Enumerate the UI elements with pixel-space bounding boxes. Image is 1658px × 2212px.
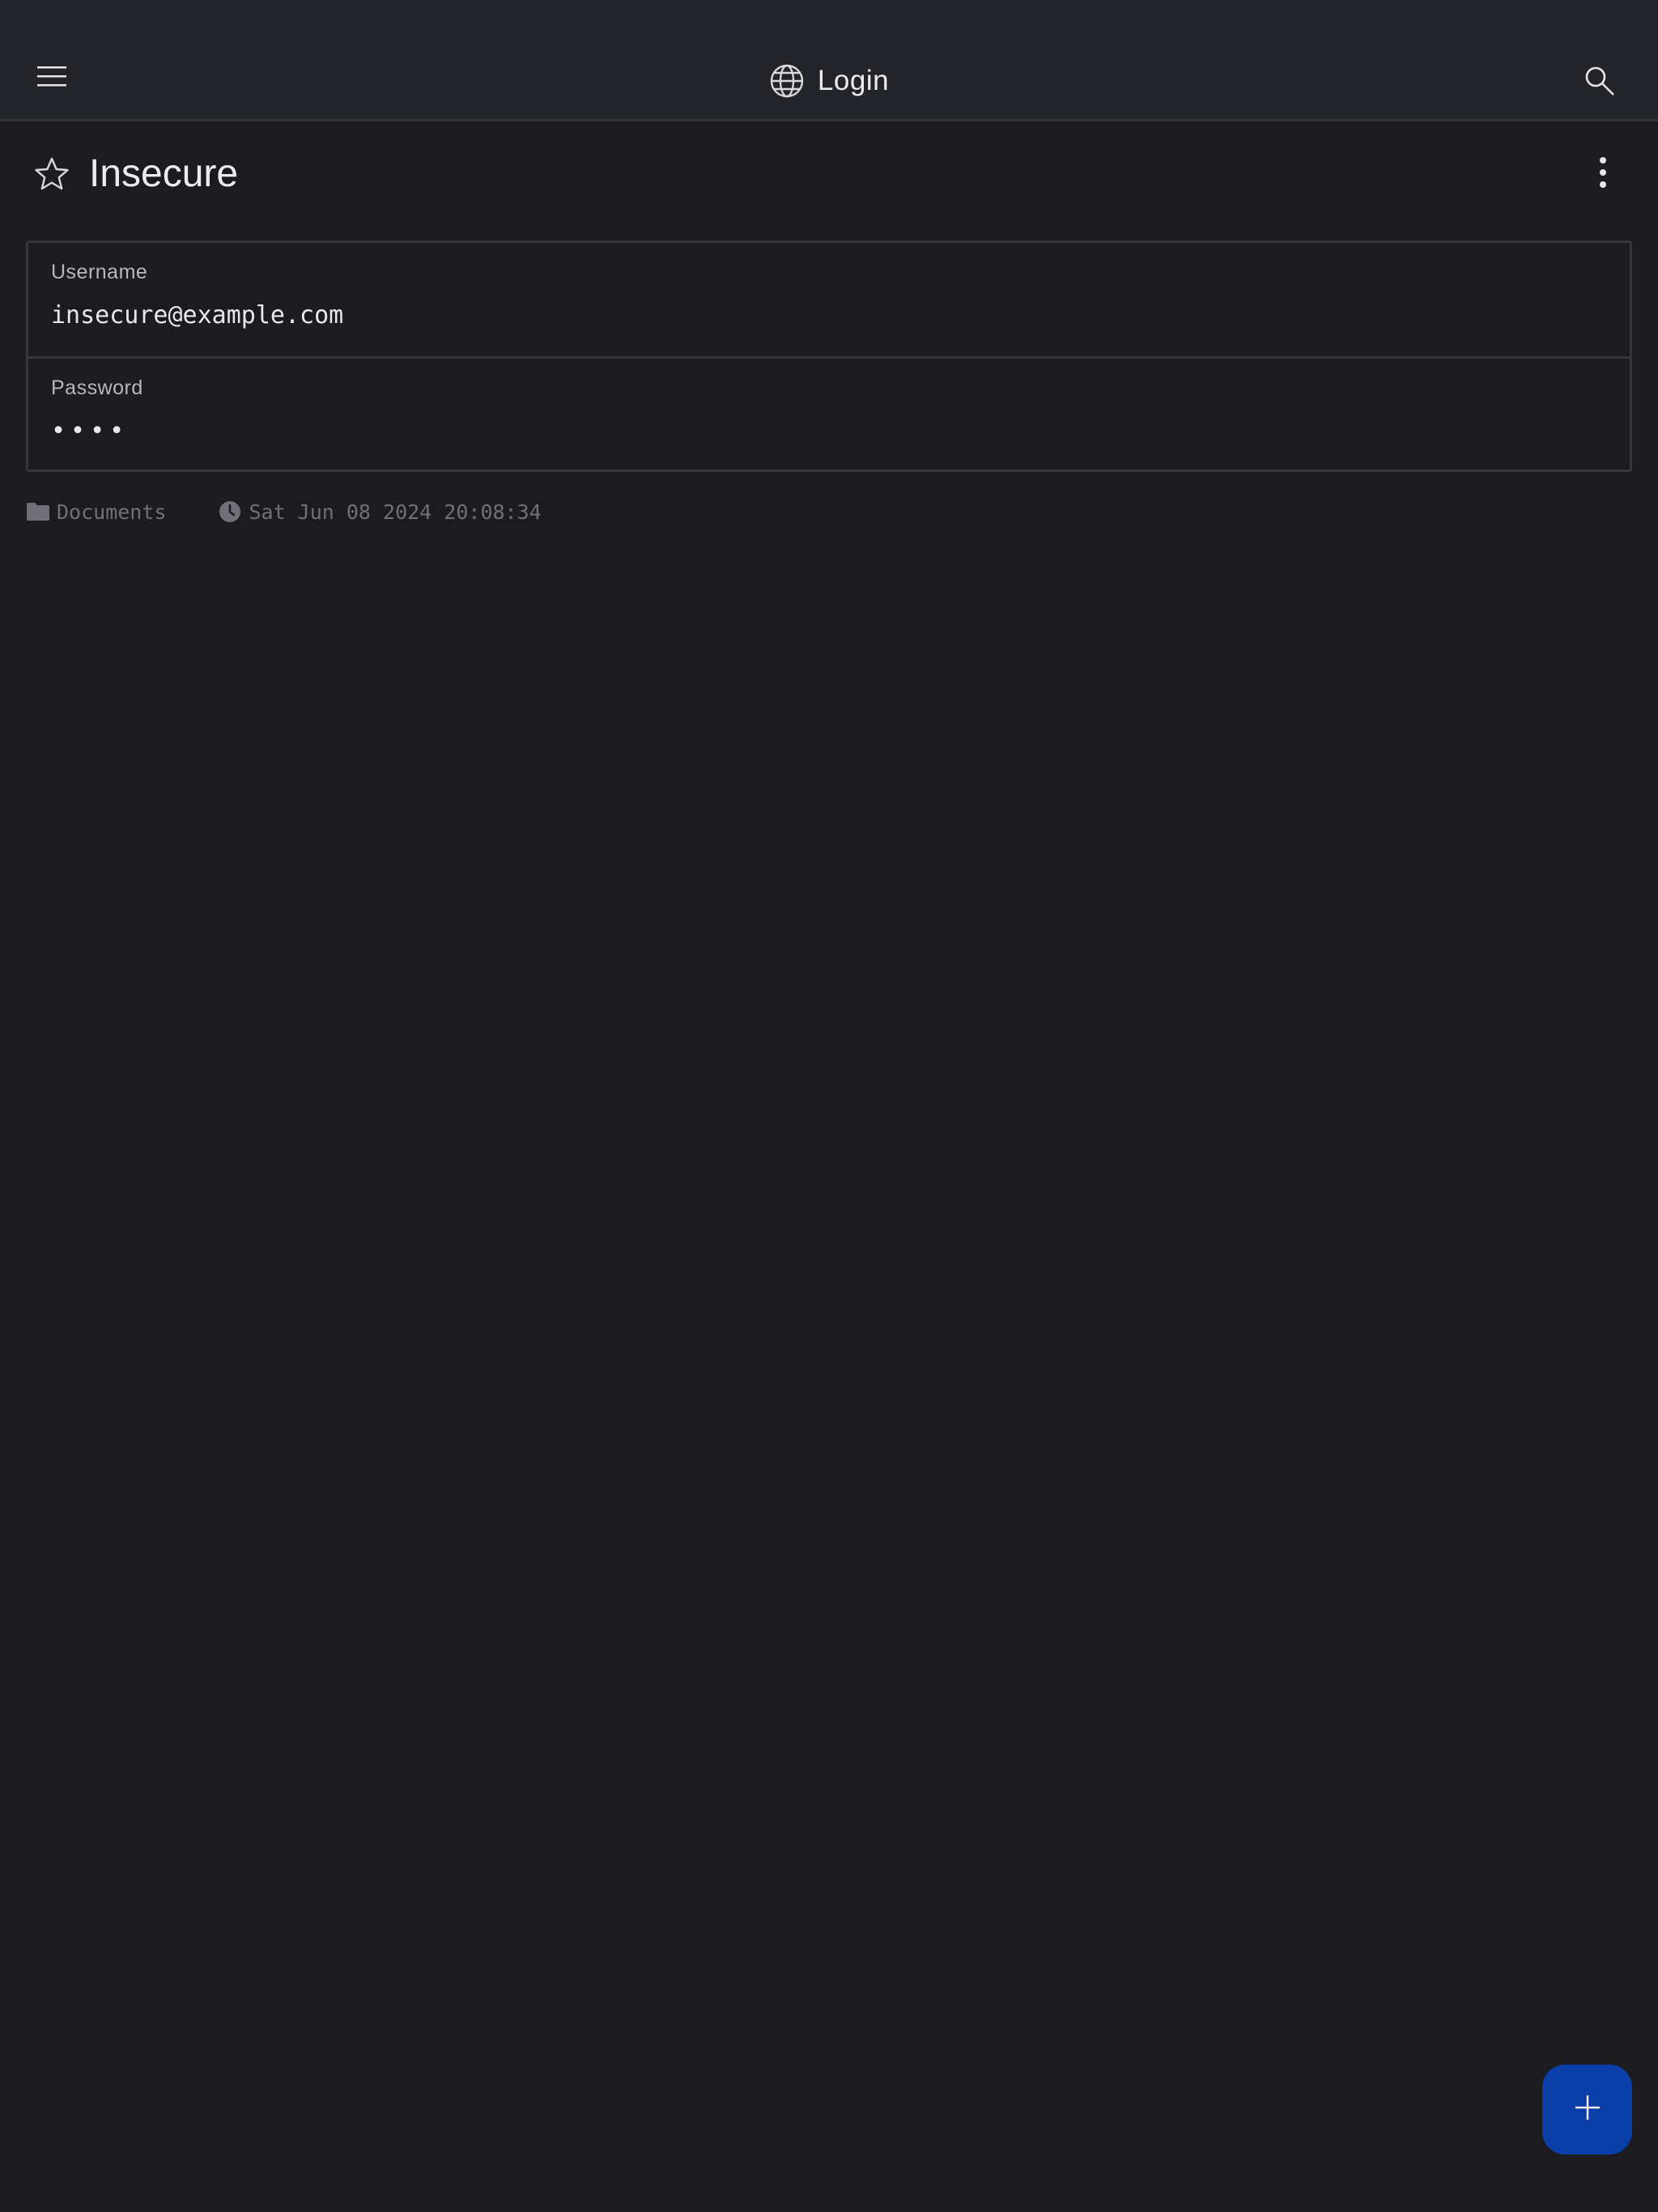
modified-timestamp: Sat Jun 08 2024 20:08:34: [249, 500, 542, 524]
password-value[interactable]: ••••: [51, 417, 129, 445]
app-bar-title-group: Login: [0, 58, 1658, 104]
item-header: Insecure: [0, 142, 1658, 206]
password-label: Password: [51, 376, 143, 399]
fields-card: Username insecure@example.com Password •…: [26, 240, 1632, 472]
username-value[interactable]: insecure@example.com: [51, 301, 343, 330]
add-item-button[interactable]: [1542, 2065, 1632, 2155]
clock-icon: [218, 500, 242, 524]
folder-meta: Documents: [26, 500, 166, 524]
page-title: Login: [817, 65, 890, 96]
more-vertical-icon: [1598, 156, 1608, 193]
top-app-bar: Login: [0, 0, 1658, 121]
modified-meta: Sat Jun 08 2024 20:08:34: [218, 500, 542, 524]
favorite-button[interactable]: [29, 153, 74, 198]
star-outline-icon: [34, 156, 70, 196]
item-metadata: Documents Sat Jun 08 2024 20:08:34: [26, 496, 542, 528]
folder-name: Documents: [57, 500, 167, 524]
globe-icon: [769, 63, 805, 99]
search-button[interactable]: [1571, 53, 1629, 112]
item-title: Insecure: [89, 152, 239, 195]
username-label: Username: [51, 261, 148, 283]
plus-icon: [1574, 2094, 1601, 2125]
username-field[interactable]: Username insecure@example.com: [28, 243, 1630, 356]
search-icon: [1584, 65, 1616, 101]
more-options-button[interactable]: [1577, 148, 1629, 200]
folder-icon: [26, 500, 50, 524]
password-field[interactable]: Password ••••: [28, 356, 1630, 470]
